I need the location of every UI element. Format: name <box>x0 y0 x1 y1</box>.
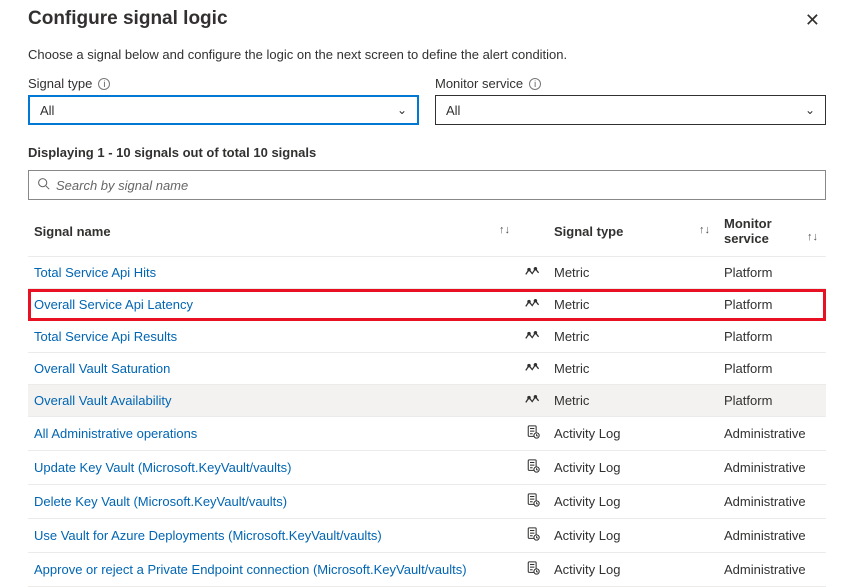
monitor-service-cell: Administrative <box>718 417 826 451</box>
monitor-service-cell: Platform <box>718 321 826 353</box>
metric-icon <box>525 297 541 312</box>
signal-type-icon-cell <box>518 451 548 485</box>
signal-type-cell: Metric <box>548 257 718 289</box>
sort-icon: ↑↓ <box>499 224 510 236</box>
signal-name-link[interactable]: Overall Vault Saturation <box>34 361 170 376</box>
table-row[interactable]: Total Service Api Hits MetricPlatform <box>28 257 826 289</box>
signal-type-icon-cell <box>518 385 548 417</box>
activity-log-icon <box>527 561 540 575</box>
info-icon[interactable]: i <box>529 78 541 90</box>
table-row[interactable]: Use Vault for Azure Deployments (Microso… <box>28 519 826 553</box>
signal-name-link[interactable]: Overall Vault Availability <box>34 393 172 408</box>
signal-name-link[interactable]: Use Vault for Azure Deployments (Microso… <box>34 528 382 543</box>
signal-type-cell: Activity Log <box>548 417 718 451</box>
monitor-service-cell: Platform <box>718 385 826 417</box>
search-box[interactable] <box>28 170 826 200</box>
signal-type-label-text: Signal type <box>28 76 92 91</box>
signal-type-cell: Metric <box>548 353 718 385</box>
signal-name-link[interactable]: Overall Service Api Latency <box>34 297 193 312</box>
column-header-service-text: Monitor service <box>724 216 772 246</box>
metric-icon <box>525 393 541 408</box>
monitor-service-select[interactable]: All ⌄ <box>435 95 826 125</box>
search-icon <box>37 177 50 193</box>
column-header-type-text: Signal type <box>554 224 623 239</box>
monitor-service-cell: Administrative <box>718 451 826 485</box>
signal-type-icon-cell <box>518 553 548 587</box>
signal-name-link[interactable]: Total Service Api Results <box>34 329 177 344</box>
column-header-name-text: Signal name <box>34 224 111 239</box>
page-subtitle: Choose a signal below and configure the … <box>28 47 826 62</box>
signal-type-label: Signal type i <box>28 76 419 91</box>
monitor-service-label: Monitor service i <box>435 76 826 91</box>
signal-name-link[interactable]: Approve or reject a Private Endpoint con… <box>34 562 467 577</box>
displaying-text: Displaying 1 - 10 signals out of total 1… <box>28 145 826 160</box>
table-row[interactable]: Approve or reject a Private Endpoint con… <box>28 553 826 587</box>
signal-type-cell: Metric <box>548 385 718 417</box>
signal-type-icon-cell <box>518 321 548 353</box>
signal-type-icon-cell <box>518 485 548 519</box>
chevron-down-icon: ⌄ <box>805 103 815 117</box>
column-header-type[interactable]: Signal type ↑↓ <box>548 206 718 257</box>
search-input[interactable] <box>56 178 817 193</box>
close-button[interactable]: ✕ <box>799 8 826 33</box>
activity-log-icon <box>527 493 540 507</box>
activity-log-icon <box>527 459 540 473</box>
column-header-service[interactable]: Monitor service ↑↓ <box>718 206 826 257</box>
table-row[interactable]: Overall Vault Availability MetricPlatform <box>28 385 826 417</box>
table-row[interactable]: Overall Vault Saturation MetricPlatform <box>28 353 826 385</box>
signal-type-select[interactable]: All ⌄ <box>28 95 419 125</box>
sort-icon: ↑↓ <box>807 231 818 243</box>
signal-name-link[interactable]: All Administrative operations <box>34 426 197 441</box>
table-row[interactable]: All Administrative operations Activity Lo… <box>28 417 826 451</box>
signal-type-icon-cell <box>518 353 548 385</box>
signal-type-icon-cell <box>518 519 548 553</box>
activity-log-icon <box>527 425 540 439</box>
monitor-service-cell: Administrative <box>718 519 826 553</box>
signal-type-icon-cell <box>518 417 548 451</box>
signal-name-link[interactable]: Total Service Api Hits <box>34 265 156 280</box>
table-row[interactable]: Total Service Api Results MetricPlatform <box>28 321 826 353</box>
info-icon[interactable]: i <box>98 78 110 90</box>
signal-type-cell: Activity Log <box>548 519 718 553</box>
sort-icon: ↑↓ <box>699 224 710 236</box>
signal-name-link[interactable]: Update Key Vault (Microsoft.KeyVault/vau… <box>34 460 291 475</box>
signal-type-icon-cell <box>518 289 548 321</box>
signals-table: Signal name ↑↓ Signal type ↑↓ Monitor se… <box>28 206 826 587</box>
metric-icon <box>525 265 541 280</box>
monitor-service-value: All <box>446 103 460 118</box>
monitor-service-cell: Platform <box>718 257 826 289</box>
table-row[interactable]: Overall Service Api Latency MetricPlatfor… <box>28 289 826 321</box>
metric-icon <box>525 329 541 344</box>
close-icon: ✕ <box>805 10 820 30</box>
signal-type-cell: Activity Log <box>548 553 718 587</box>
signal-type-cell: Activity Log <box>548 451 718 485</box>
signal-type-value: All <box>40 103 54 118</box>
signal-type-cell: Metric <box>548 289 718 321</box>
signal-type-cell: Activity Log <box>548 485 718 519</box>
signal-name-link[interactable]: Delete Key Vault (Microsoft.KeyVault/vau… <box>34 494 287 509</box>
signal-type-icon-cell <box>518 257 548 289</box>
metric-icon <box>525 361 541 376</box>
activity-log-icon <box>527 527 540 541</box>
chevron-down-icon: ⌄ <box>397 103 407 117</box>
monitor-service-cell: Platform <box>718 289 826 321</box>
monitor-service-cell: Administrative <box>718 553 826 587</box>
page-title: Configure signal logic <box>28 8 228 30</box>
table-row[interactable]: Update Key Vault (Microsoft.KeyVault/vau… <box>28 451 826 485</box>
monitor-service-label-text: Monitor service <box>435 76 523 91</box>
table-row[interactable]: Delete Key Vault (Microsoft.KeyVault/vau… <box>28 485 826 519</box>
column-header-name[interactable]: Signal name ↑↓ <box>28 206 518 257</box>
signal-type-cell: Metric <box>548 321 718 353</box>
monitor-service-cell: Platform <box>718 353 826 385</box>
monitor-service-cell: Administrative <box>718 485 826 519</box>
